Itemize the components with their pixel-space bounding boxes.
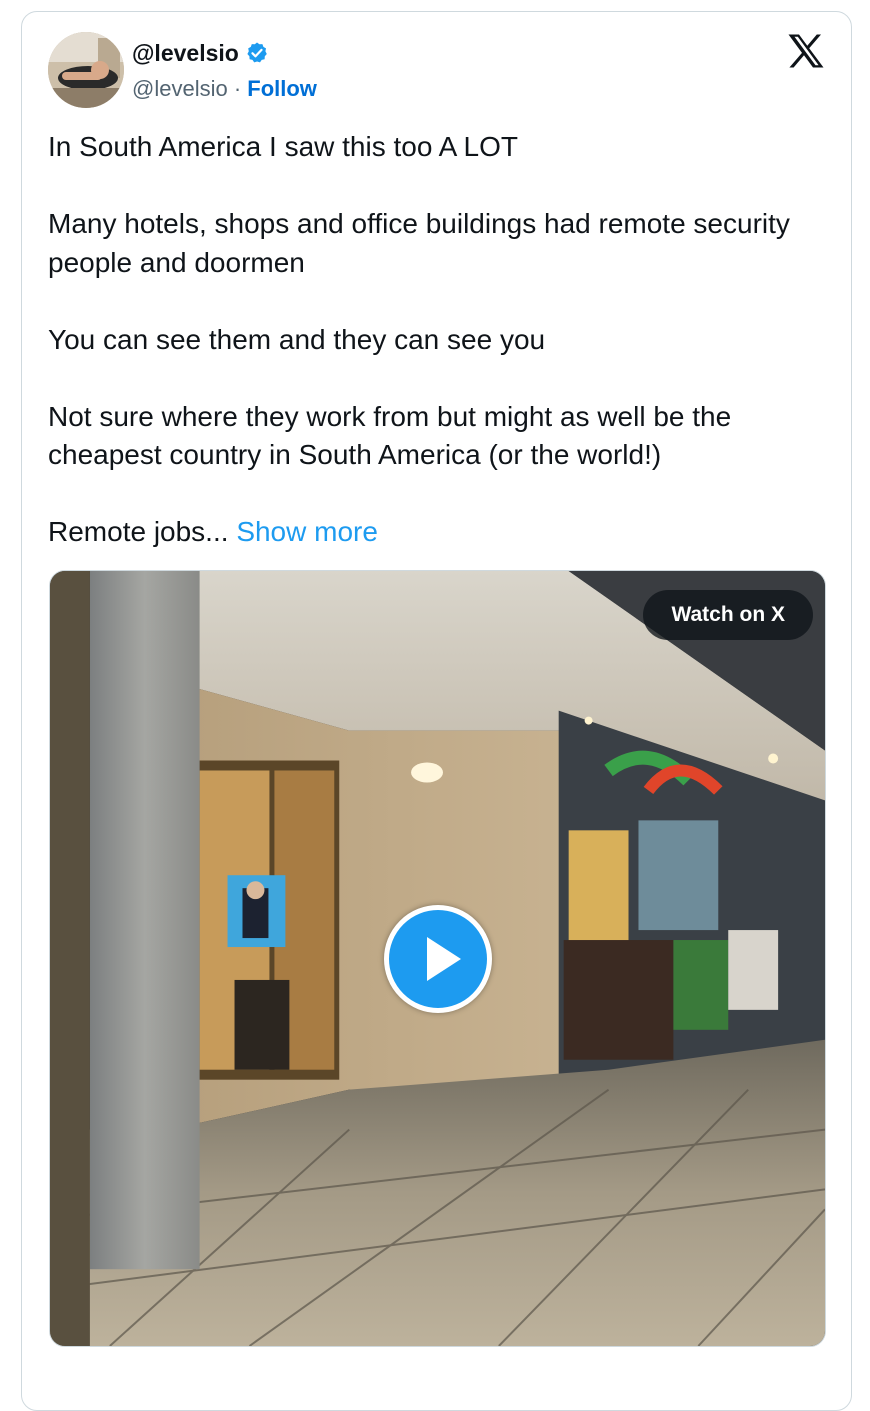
tweet-paragraph-truncated: Remote jobs... Show more	[48, 513, 828, 552]
verified-badge-icon	[247, 42, 267, 63]
play-button[interactable]	[384, 905, 492, 1013]
tweet-paragraph: Not sure where they work from but might …	[48, 400, 732, 471]
avatar[interactable]	[48, 32, 124, 108]
avatar-image	[48, 32, 124, 108]
watch-on-x-button[interactable]: Watch on X	[643, 590, 813, 640]
author-handle-row: @levelsio · Follow	[132, 75, 317, 103]
show-more-link[interactable]: Show more	[236, 516, 378, 547]
tweet-text: In South America I saw this too A LOT Ma…	[48, 128, 828, 590]
author-display-name[interactable]: @levelsio	[132, 39, 239, 67]
handle-separator: ·	[227, 76, 248, 101]
tweet-paragraph: You can see them and they can see you	[48, 323, 546, 355]
truncated-text: Remote jobs...	[48, 516, 229, 547]
play-icon	[427, 937, 461, 981]
x-logo-icon[interactable]	[788, 34, 824, 68]
follow-button[interactable]: Follow	[247, 76, 317, 101]
author-handle[interactable]: @levelsio	[132, 76, 228, 101]
tweet-card: @levelsio @levelsio · Follow In South Am…	[21, 11, 852, 1411]
tweet-paragraph: Many hotels, shops and office buildings …	[48, 208, 790, 278]
author-name-row: @levelsio	[132, 39, 269, 67]
tweet-paragraph: In South America I saw this too A LOT	[48, 131, 519, 162]
video-media[interactable]: Watch on X	[49, 570, 826, 1347]
